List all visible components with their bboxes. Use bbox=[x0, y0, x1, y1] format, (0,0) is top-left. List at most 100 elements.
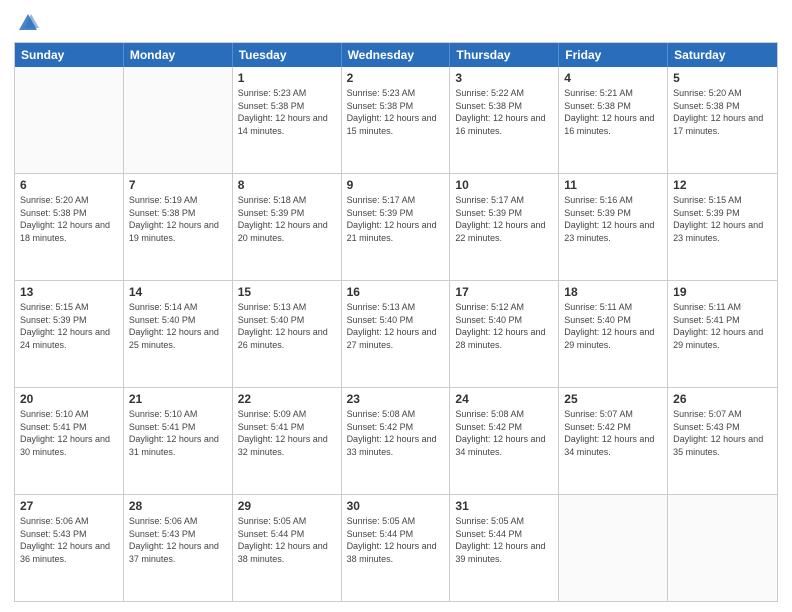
calendar-row-1: 6Sunrise: 5:20 AM Sunset: 5:38 PM Daylig… bbox=[15, 173, 777, 280]
day-cell-25: 25Sunrise: 5:07 AM Sunset: 5:42 PM Dayli… bbox=[559, 388, 668, 494]
day-info: Sunrise: 5:15 AM Sunset: 5:39 PM Dayligh… bbox=[20, 301, 118, 351]
day-number: 16 bbox=[347, 284, 445, 300]
weekday-header-tuesday: Tuesday bbox=[233, 43, 342, 67]
weekday-header-wednesday: Wednesday bbox=[342, 43, 451, 67]
weekday-header-saturday: Saturday bbox=[668, 43, 777, 67]
day-cell-29: 29Sunrise: 5:05 AM Sunset: 5:44 PM Dayli… bbox=[233, 495, 342, 601]
day-info: Sunrise: 5:20 AM Sunset: 5:38 PM Dayligh… bbox=[20, 194, 118, 244]
day-info: Sunrise: 5:15 AM Sunset: 5:39 PM Dayligh… bbox=[673, 194, 772, 244]
day-info: Sunrise: 5:06 AM Sunset: 5:43 PM Dayligh… bbox=[20, 515, 118, 565]
day-number: 19 bbox=[673, 284, 772, 300]
day-cell-13: 13Sunrise: 5:15 AM Sunset: 5:39 PM Dayli… bbox=[15, 281, 124, 387]
day-number: 31 bbox=[455, 498, 553, 514]
day-cell-15: 15Sunrise: 5:13 AM Sunset: 5:40 PM Dayli… bbox=[233, 281, 342, 387]
day-info: Sunrise: 5:17 AM Sunset: 5:39 PM Dayligh… bbox=[347, 194, 445, 244]
day-info: Sunrise: 5:12 AM Sunset: 5:40 PM Dayligh… bbox=[455, 301, 553, 351]
day-cell-12: 12Sunrise: 5:15 AM Sunset: 5:39 PM Dayli… bbox=[668, 174, 777, 280]
day-info: Sunrise: 5:05 AM Sunset: 5:44 PM Dayligh… bbox=[455, 515, 553, 565]
day-cell-19: 19Sunrise: 5:11 AM Sunset: 5:41 PM Dayli… bbox=[668, 281, 777, 387]
day-number: 27 bbox=[20, 498, 118, 514]
day-cell-24: 24Sunrise: 5:08 AM Sunset: 5:42 PM Dayli… bbox=[450, 388, 559, 494]
day-info: Sunrise: 5:22 AM Sunset: 5:38 PM Dayligh… bbox=[455, 87, 553, 137]
day-info: Sunrise: 5:14 AM Sunset: 5:40 PM Dayligh… bbox=[129, 301, 227, 351]
calendar-row-3: 20Sunrise: 5:10 AM Sunset: 5:41 PM Dayli… bbox=[15, 387, 777, 494]
weekday-header-thursday: Thursday bbox=[450, 43, 559, 67]
day-number: 14 bbox=[129, 284, 227, 300]
day-number: 4 bbox=[564, 70, 662, 86]
day-number: 26 bbox=[673, 391, 772, 407]
day-info: Sunrise: 5:13 AM Sunset: 5:40 PM Dayligh… bbox=[238, 301, 336, 351]
day-cell-9: 9Sunrise: 5:17 AM Sunset: 5:39 PM Daylig… bbox=[342, 174, 451, 280]
empty-cell-4-6 bbox=[668, 495, 777, 601]
day-number: 12 bbox=[673, 177, 772, 193]
weekday-header-friday: Friday bbox=[559, 43, 668, 67]
day-info: Sunrise: 5:23 AM Sunset: 5:38 PM Dayligh… bbox=[238, 87, 336, 137]
day-info: Sunrise: 5:13 AM Sunset: 5:40 PM Dayligh… bbox=[347, 301, 445, 351]
day-cell-4: 4Sunrise: 5:21 AM Sunset: 5:38 PM Daylig… bbox=[559, 67, 668, 173]
empty-cell-0-0 bbox=[15, 67, 124, 173]
day-cell-26: 26Sunrise: 5:07 AM Sunset: 5:43 PM Dayli… bbox=[668, 388, 777, 494]
day-number: 30 bbox=[347, 498, 445, 514]
day-cell-20: 20Sunrise: 5:10 AM Sunset: 5:41 PM Dayli… bbox=[15, 388, 124, 494]
day-number: 7 bbox=[129, 177, 227, 193]
day-info: Sunrise: 5:10 AM Sunset: 5:41 PM Dayligh… bbox=[20, 408, 118, 458]
day-number: 23 bbox=[347, 391, 445, 407]
day-number: 10 bbox=[455, 177, 553, 193]
day-number: 13 bbox=[20, 284, 118, 300]
day-info: Sunrise: 5:11 AM Sunset: 5:40 PM Dayligh… bbox=[564, 301, 662, 351]
day-cell-28: 28Sunrise: 5:06 AM Sunset: 5:43 PM Dayli… bbox=[124, 495, 233, 601]
day-cell-10: 10Sunrise: 5:17 AM Sunset: 5:39 PM Dayli… bbox=[450, 174, 559, 280]
day-cell-21: 21Sunrise: 5:10 AM Sunset: 5:41 PM Dayli… bbox=[124, 388, 233, 494]
day-cell-7: 7Sunrise: 5:19 AM Sunset: 5:38 PM Daylig… bbox=[124, 174, 233, 280]
day-cell-22: 22Sunrise: 5:09 AM Sunset: 5:41 PM Dayli… bbox=[233, 388, 342, 494]
calendar-row-2: 13Sunrise: 5:15 AM Sunset: 5:39 PM Dayli… bbox=[15, 280, 777, 387]
day-number: 1 bbox=[238, 70, 336, 86]
day-number: 22 bbox=[238, 391, 336, 407]
day-cell-16: 16Sunrise: 5:13 AM Sunset: 5:40 PM Dayli… bbox=[342, 281, 451, 387]
logo-icon bbox=[17, 12, 39, 34]
day-number: 24 bbox=[455, 391, 553, 407]
day-number: 29 bbox=[238, 498, 336, 514]
day-info: Sunrise: 5:17 AM Sunset: 5:39 PM Dayligh… bbox=[455, 194, 553, 244]
day-cell-8: 8Sunrise: 5:18 AM Sunset: 5:39 PM Daylig… bbox=[233, 174, 342, 280]
day-info: Sunrise: 5:20 AM Sunset: 5:38 PM Dayligh… bbox=[673, 87, 772, 137]
header bbox=[14, 12, 778, 34]
day-info: Sunrise: 5:08 AM Sunset: 5:42 PM Dayligh… bbox=[455, 408, 553, 458]
empty-cell-4-5 bbox=[559, 495, 668, 601]
day-number: 9 bbox=[347, 177, 445, 193]
day-cell-31: 31Sunrise: 5:05 AM Sunset: 5:44 PM Dayli… bbox=[450, 495, 559, 601]
day-cell-30: 30Sunrise: 5:05 AM Sunset: 5:44 PM Dayli… bbox=[342, 495, 451, 601]
day-info: Sunrise: 5:08 AM Sunset: 5:42 PM Dayligh… bbox=[347, 408, 445, 458]
day-number: 11 bbox=[564, 177, 662, 193]
day-info: Sunrise: 5:21 AM Sunset: 5:38 PM Dayligh… bbox=[564, 87, 662, 137]
day-cell-2: 2Sunrise: 5:23 AM Sunset: 5:38 PM Daylig… bbox=[342, 67, 451, 173]
day-number: 6 bbox=[20, 177, 118, 193]
day-number: 21 bbox=[129, 391, 227, 407]
day-info: Sunrise: 5:10 AM Sunset: 5:41 PM Dayligh… bbox=[129, 408, 227, 458]
day-info: Sunrise: 5:05 AM Sunset: 5:44 PM Dayligh… bbox=[238, 515, 336, 565]
calendar-header: SundayMondayTuesdayWednesdayThursdayFrid… bbox=[15, 43, 777, 67]
day-cell-3: 3Sunrise: 5:22 AM Sunset: 5:38 PM Daylig… bbox=[450, 67, 559, 173]
calendar-row-0: 1Sunrise: 5:23 AM Sunset: 5:38 PM Daylig… bbox=[15, 67, 777, 173]
day-info: Sunrise: 5:18 AM Sunset: 5:39 PM Dayligh… bbox=[238, 194, 336, 244]
day-cell-27: 27Sunrise: 5:06 AM Sunset: 5:43 PM Dayli… bbox=[15, 495, 124, 601]
empty-cell-0-1 bbox=[124, 67, 233, 173]
day-info: Sunrise: 5:05 AM Sunset: 5:44 PM Dayligh… bbox=[347, 515, 445, 565]
day-info: Sunrise: 5:16 AM Sunset: 5:39 PM Dayligh… bbox=[564, 194, 662, 244]
day-number: 2 bbox=[347, 70, 445, 86]
logo bbox=[14, 12, 39, 34]
day-info: Sunrise: 5:06 AM Sunset: 5:43 PM Dayligh… bbox=[129, 515, 227, 565]
day-info: Sunrise: 5:23 AM Sunset: 5:38 PM Dayligh… bbox=[347, 87, 445, 137]
day-number: 18 bbox=[564, 284, 662, 300]
day-cell-11: 11Sunrise: 5:16 AM Sunset: 5:39 PM Dayli… bbox=[559, 174, 668, 280]
day-number: 28 bbox=[129, 498, 227, 514]
day-cell-18: 18Sunrise: 5:11 AM Sunset: 5:40 PM Dayli… bbox=[559, 281, 668, 387]
day-number: 15 bbox=[238, 284, 336, 300]
weekday-header-monday: Monday bbox=[124, 43, 233, 67]
day-info: Sunrise: 5:07 AM Sunset: 5:43 PM Dayligh… bbox=[673, 408, 772, 458]
page: SundayMondayTuesdayWednesdayThursdayFrid… bbox=[0, 0, 792, 612]
day-number: 25 bbox=[564, 391, 662, 407]
day-number: 17 bbox=[455, 284, 553, 300]
day-cell-1: 1Sunrise: 5:23 AM Sunset: 5:38 PM Daylig… bbox=[233, 67, 342, 173]
day-number: 3 bbox=[455, 70, 553, 86]
